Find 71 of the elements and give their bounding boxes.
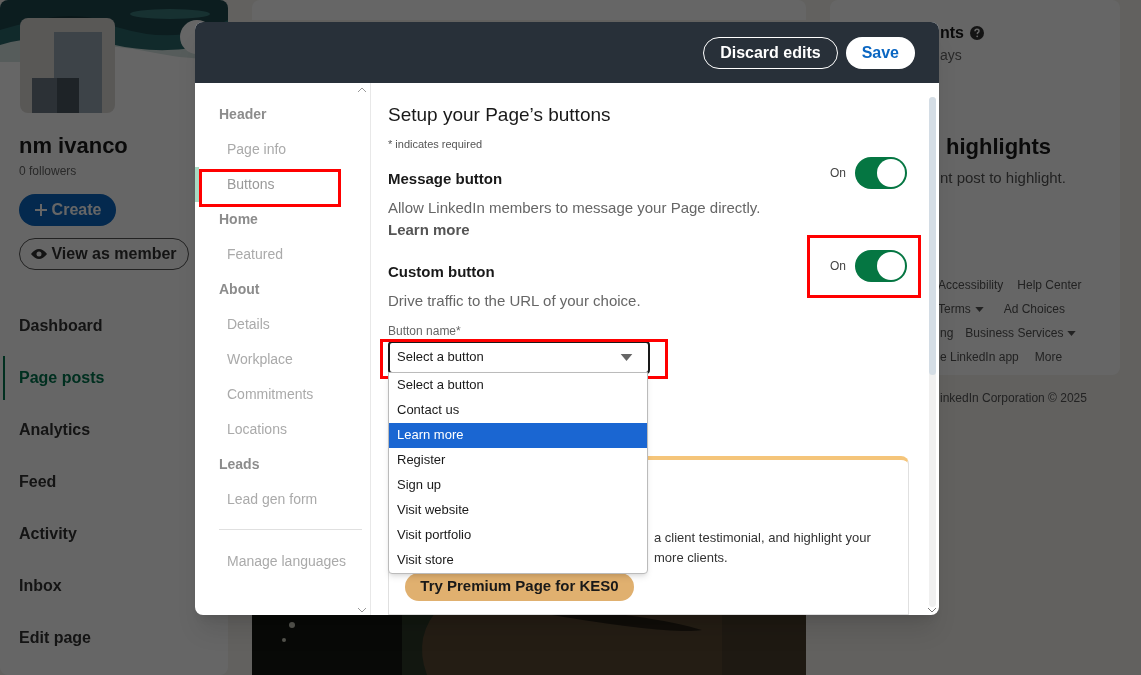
toggle-label: On: [830, 257, 846, 275]
dialog-nav-item[interactable]: Workplace: [227, 349, 293, 370]
learn-more-link[interactable]: Learn more: [388, 219, 470, 240]
dropdown-option[interactable]: Visit website: [389, 497, 647, 523]
scrollbar-thumb[interactable]: [929, 97, 936, 375]
card-title: nts: [940, 23, 964, 43]
dropdown-option[interactable]: Visit portfolio: [389, 522, 647, 548]
copyright-text: inkedIn Corporation © 2025: [940, 389, 1087, 407]
sidebar-nav-item[interactable]: Edit page: [19, 626, 91, 650]
scroll-down-icon[interactable]: [357, 607, 367, 613]
sidebar-nav-item[interactable]: Feed: [19, 470, 57, 494]
sidebar-nav-item[interactable]: Page posts: [19, 366, 105, 390]
dialog-nav-item[interactable]: Buttons: [227, 174, 275, 195]
premium-button[interactable]: Try Premium Page for KES0: [405, 572, 634, 601]
save-button[interactable]: Save: [845, 36, 915, 69]
logo-icon: [20, 18, 115, 113]
scroll-up-icon[interactable]: [357, 87, 367, 93]
eye-icon: [31, 248, 48, 260]
followers-count: 0 followers: [19, 163, 78, 180]
caret-icon: [974, 306, 984, 312]
toggle-label: On: [830, 164, 846, 182]
dialog-title: Setup your Page’s buttons: [388, 103, 612, 127]
premium-text: a client testimonial, and highlight your: [654, 528, 871, 547]
plus-icon: [33, 203, 48, 217]
dialog-nav-item[interactable]: Featured: [227, 244, 284, 265]
toggle-switch[interactable]: [855, 156, 907, 189]
scroll-down-icon[interactable]: [927, 607, 937, 613]
card-subtitle: ays: [940, 46, 962, 65]
setting-title: Custom button: [388, 261, 495, 282]
footer-link[interactable]: More: [1034, 348, 1063, 366]
footer-link[interactable]: Accessibility: [938, 276, 1004, 294]
footer-link[interactable]: e LinkedIn app: [940, 348, 1019, 366]
card-text: nt post to highlight.: [940, 168, 1066, 188]
required-note: * indicates required: [388, 137, 484, 152]
dropdown-option[interactable]: Select a button: [389, 372, 647, 398]
footer-link[interactable]: ng: [940, 324, 954, 342]
sidebar-nav-item[interactable]: Activity: [19, 522, 77, 546]
create-button[interactable]: Create: [19, 194, 116, 226]
help-icon[interactable]: [970, 26, 984, 40]
footer-link[interactable]: Ad Choices: [1003, 300, 1066, 318]
dialog-nav-item[interactable]: About: [219, 279, 260, 300]
caret-icon: [1067, 330, 1077, 336]
dialog-nav-item[interactable]: Home: [219, 209, 258, 230]
field-label: Button name*: [388, 323, 461, 338]
manage-languages-link[interactable]: Manage languages: [227, 551, 370, 571]
setting-title: Message button: [388, 168, 503, 189]
footer-link[interactable]: Terms: [938, 300, 984, 318]
caret-icon: [620, 353, 633, 361]
dialog-nav-item[interactable]: Locations: [227, 419, 287, 440]
footer-link[interactable]: Help Center: [1017, 276, 1082, 294]
dialog-nav-item[interactable]: Lead gen form: [227, 489, 318, 510]
dropdown-option[interactable]: Contact us: [389, 397, 647, 423]
sidebar-nav-item[interactable]: Analytics: [19, 418, 91, 442]
footer-link[interactable]: Business Services: [965, 324, 1077, 342]
premium-text: more clients.: [654, 548, 728, 567]
dialog-nav-item[interactable]: Page info: [227, 139, 287, 160]
setting-description: Drive traffic to the URL of your choice.: [388, 290, 641, 311]
card-heading: highlights: [946, 133, 1052, 161]
dialog-nav-item[interactable]: Commitments: [227, 384, 314, 405]
dropdown-option[interactable]: Register: [389, 447, 647, 473]
dialog-nav-item[interactable]: Leads: [219, 454, 260, 475]
dialog-nav-item[interactable]: Header: [219, 104, 267, 125]
dialog-nav-item[interactable]: Details: [227, 314, 270, 335]
toggle-switch[interactable]: [855, 249, 907, 282]
sidebar-nav-item[interactable]: Inbox: [19, 574, 62, 598]
dropdown-option[interactable]: Visit store: [389, 547, 647, 573]
sidebar-nav-item[interactable]: Dashboard: [19, 314, 103, 338]
dropdown-option[interactable]: Learn more: [389, 422, 647, 448]
dropdown-option[interactable]: Sign up: [389, 472, 647, 498]
setting-description: Allow LinkedIn members to message your Page directly.: [388, 197, 761, 218]
page-name: nm ivanco: [19, 132, 129, 160]
